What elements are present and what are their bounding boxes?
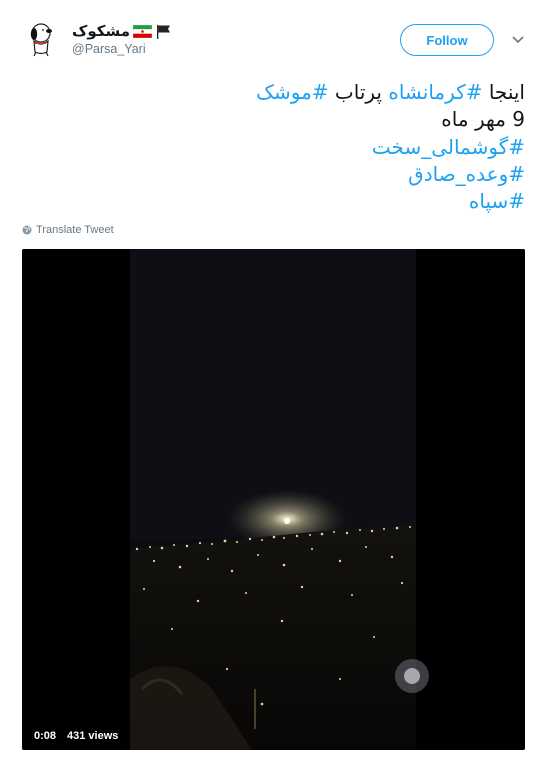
tweet-text-word: پرتاب [328, 80, 389, 104]
snoopy-avatar-icon [22, 19, 62, 59]
video-frame [22, 249, 525, 750]
hashtag-link[interactable]: #کرمانشاه [388, 80, 482, 104]
tweet-line-1: اینجا #کرمانشاه پرتاب #موشک [25, 79, 525, 106]
follow-button[interactable]: Follow [400, 24, 494, 56]
author-name-row[interactable]: مشکوک [72, 21, 171, 41]
hashtag-link[interactable]: #سپاه [469, 189, 525, 213]
tweet-text: اینجا #کرمانشاه پرتاب #موشک 9 مهر ماه #گ… [25, 79, 525, 215]
video-duration-badge: 0:08 [29, 727, 62, 745]
author-name[interactable]: مشکوک [72, 22, 130, 40]
video-views-badge: 431 views [62, 727, 124, 745]
black-flag-icon [157, 24, 171, 39]
iran-flag-icon [133, 24, 153, 38]
hashtag-link[interactable]: #موشک [256, 80, 328, 104]
globe-icon [22, 225, 32, 235]
translate-label[interactable]: Translate Tweet [36, 224, 114, 236]
translate-tweet-link[interactable]: Translate Tweet [22, 224, 114, 236]
author-handle[interactable]: @Parsa_Yari [72, 42, 146, 56]
avatar[interactable] [22, 19, 62, 59]
chevron-down-icon[interactable] [511, 35, 525, 45]
tweet-text-word: اینجا [482, 80, 525, 104]
tweet-line-5: #سپاه [25, 188, 525, 215]
tweet-line-3: #گوشمالی_سخت [25, 134, 525, 161]
hashtag-link[interactable]: #وعده_صادق [408, 162, 525, 186]
tweet-line-2: 9 مهر ماه [441, 107, 525, 132]
hashtag-link[interactable]: #گوشمالی_سخت [372, 135, 525, 159]
video-control-dot [404, 668, 420, 684]
video-player[interactable] [22, 249, 525, 750]
tweet-line-4: #وعده_صادق [25, 161, 525, 188]
tweet-header: مشکوک @Parsa_Yari Follow [0, 0, 547, 70]
